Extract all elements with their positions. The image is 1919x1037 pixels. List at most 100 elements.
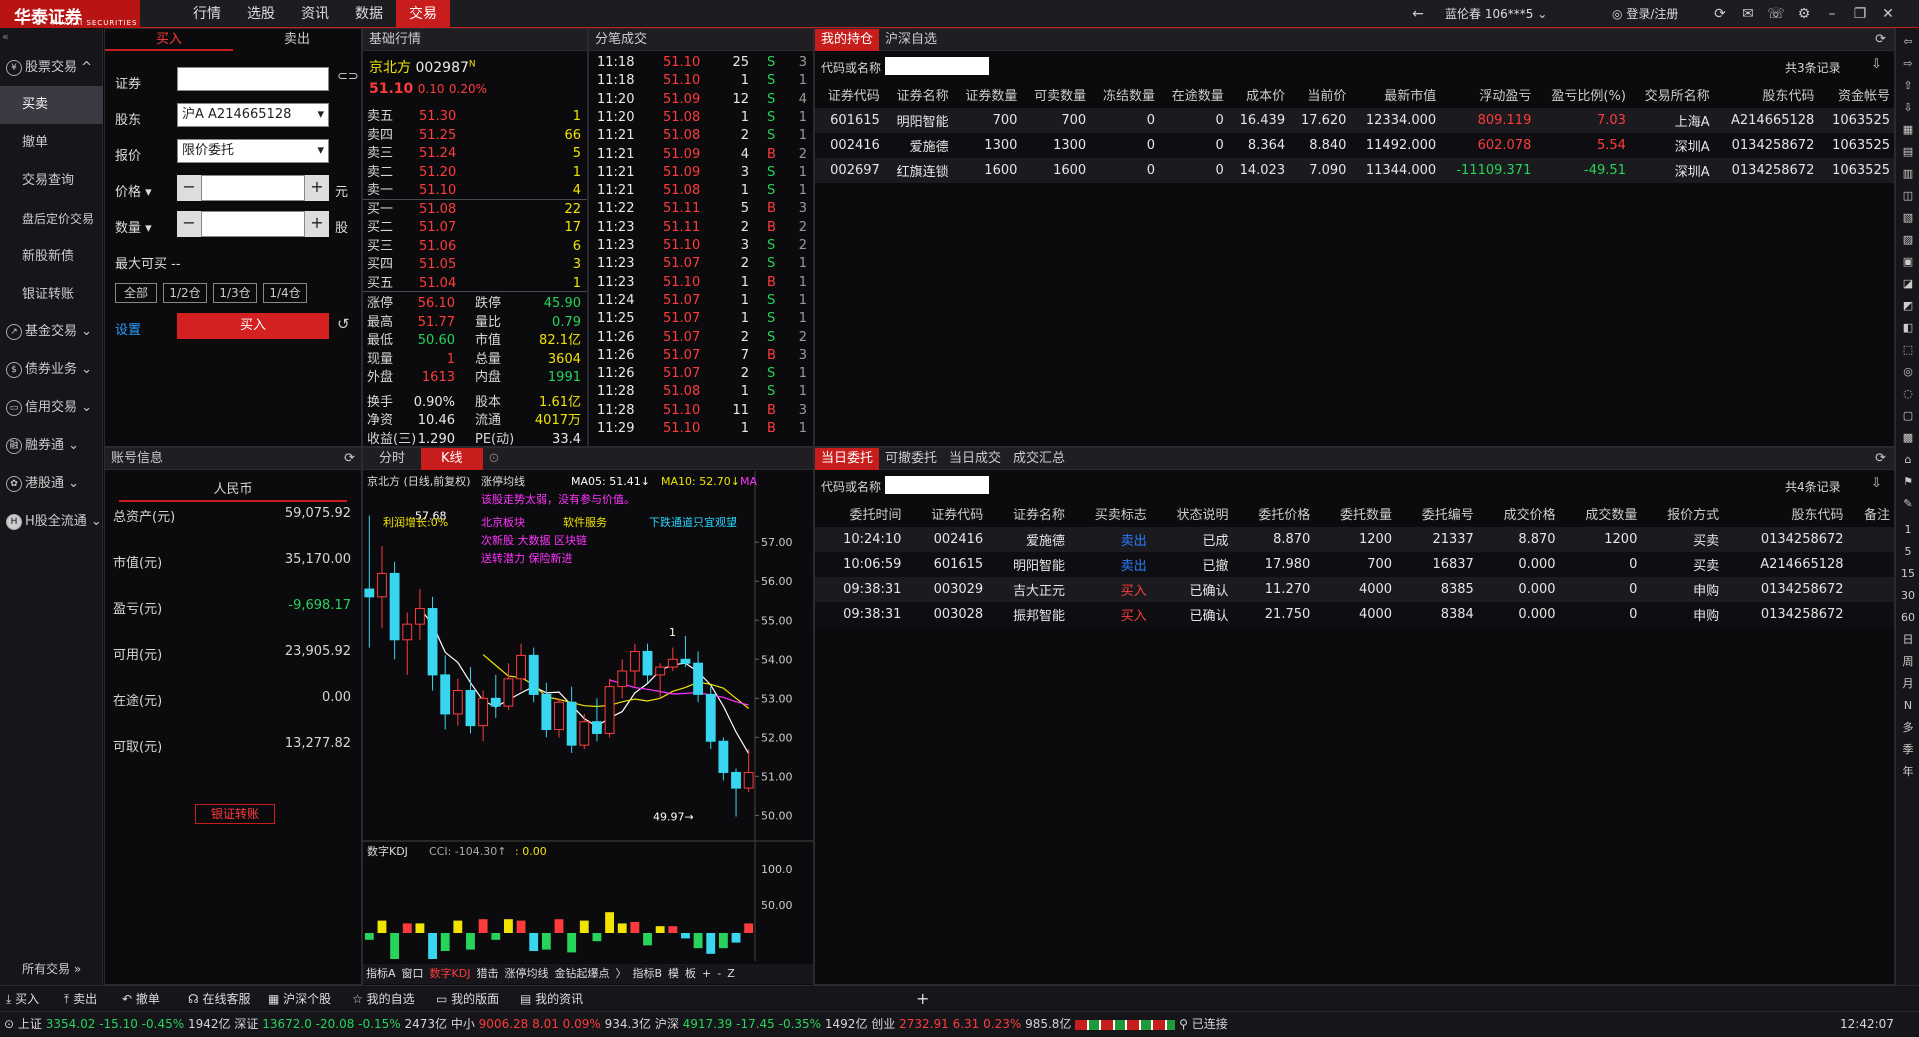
period-button[interactable]: 周 (1900, 654, 1916, 670)
nav-group-fund[interactable]: ↗ 基金交易 ⌄ (0, 314, 103, 350)
toolbar-link[interactable]: ⤒ 卖出 (64, 986, 97, 1012)
tab-sell[interactable]: 卖出 (233, 29, 361, 51)
column-header[interactable]: 委托编号 (1396, 500, 1478, 527)
tool-icon[interactable]: ▤ (1900, 144, 1916, 160)
indicator-tab[interactable]: 板 (682, 967, 699, 980)
nav-group-h-share[interactable]: H H股全流通 ⌄ (0, 504, 103, 540)
tool-icon[interactable]: ⇩ (1900, 100, 1916, 116)
period-button[interactable]: 年 (1900, 764, 1916, 780)
column-header[interactable]: 证券名称 (987, 500, 1069, 527)
tool-icon[interactable]: ⬚ (1900, 342, 1916, 358)
period-button[interactable]: 30 (1900, 588, 1916, 604)
column-header[interactable]: 成本价 (1228, 81, 1289, 108)
indicator-tab[interactable]: + (699, 967, 714, 980)
qty-increase-button[interactable]: + (305, 211, 329, 237)
orders-search-input[interactable] (885, 476, 989, 494)
price-decrease-button[interactable]: − (177, 175, 201, 201)
column-header[interactable]: 最新市值 (1350, 81, 1440, 108)
reset-icon[interactable]: ↺ (337, 315, 350, 333)
tool-icon[interactable]: ▣ (1900, 254, 1916, 270)
column-header[interactable]: 证券数量 (953, 81, 1022, 108)
tool-icon[interactable]: ◎ (1900, 364, 1916, 380)
split-all-button[interactable]: 全部 (115, 283, 157, 303)
back-arrow-icon[interactable]: ← (1408, 4, 1428, 24)
ask-row[interactable]: 卖五 51.30 1 (363, 107, 587, 126)
config-icon[interactable]: ⊙ (489, 451, 500, 466)
bid-row[interactable]: 买二 51.07 17 (363, 218, 587, 237)
ask-row[interactable]: 卖二 51.20 1 (363, 163, 587, 182)
bid-row[interactable]: 买五 51.04 1 (363, 274, 587, 293)
period-button[interactable]: N (1900, 698, 1916, 714)
nav-group-lending[interactable]: 融融券通 ⌄ (0, 428, 103, 464)
indicator-tab[interactable]: 〉 (612, 967, 629, 980)
column-header[interactable]: 盈亏比例(%) (1535, 81, 1630, 108)
price-type-select[interactable]: 限价委托 ▾ (177, 139, 329, 163)
account-selector[interactable]: 蓝伦春 106***5 ⌄ (1445, 0, 1547, 28)
tool-icon[interactable]: ⇦ (1900, 34, 1916, 50)
toolbar-link[interactable]: ☊ 在线客服 (188, 986, 251, 1012)
period-button[interactable]: 日 (1900, 632, 1916, 648)
nav-group-credit[interactable]: ▭ 信用交易 ⌄ (0, 390, 103, 426)
restore-icon[interactable]: ❐ (1850, 4, 1870, 24)
tool-icon[interactable]: ⇧ (1900, 78, 1916, 94)
table-row[interactable]: 10:24:10 002416 爱施德 卖出 已成 8.870 1200 21337 8.870… (815, 527, 1894, 552)
column-header[interactable]: 成交数量 (1560, 500, 1642, 527)
tab-watchlist[interactable]: 沪深自选 (879, 29, 943, 51)
indicator-tab[interactable]: 数字KDJ (427, 967, 474, 980)
tool-icon[interactable]: ▥ (1900, 166, 1916, 182)
tool-icon[interactable]: ⌂ (1900, 452, 1916, 468)
tool-icon[interactable]: ▩ (1900, 430, 1916, 446)
period-button[interactable]: 60 (1900, 610, 1916, 626)
column-header[interactable]: 买卖标志 (1069, 500, 1151, 527)
column-header[interactable]: 委托价格 (1233, 500, 1315, 527)
column-header[interactable]: 报价方式 (1641, 500, 1723, 527)
gear-icon[interactable]: ⚙ (1794, 4, 1814, 24)
currency-tab[interactable]: 人民币 (119, 478, 347, 502)
indicator-tab[interactable]: 窗口 (399, 967, 427, 980)
nav-all-trades[interactable]: 所有交易 » (22, 960, 81, 977)
toolbar-link[interactable]: ▭ 我的版面 (436, 986, 499, 1012)
period-button[interactable]: 5 (1900, 544, 1916, 560)
tool-icon[interactable]: ◪ (1900, 276, 1916, 292)
tool-icon[interactable]: ✎ (1900, 496, 1916, 512)
qty-decrease-button[interactable]: − (177, 211, 201, 237)
ask-row[interactable]: 卖一 51.10 4 (363, 181, 587, 200)
tool-icon[interactable]: ⇨ (1900, 56, 1916, 72)
tool-icon[interactable]: ⚑ (1900, 474, 1916, 490)
toolbar-link[interactable]: ↶ 撤单 (122, 986, 160, 1012)
column-header[interactable]: 证券代码 (905, 500, 987, 527)
period-button[interactable]: 15 (1900, 566, 1916, 582)
add-tab-icon[interactable]: + (916, 986, 929, 1012)
period-button[interactable]: 季 (1900, 742, 1916, 758)
indicator-tab[interactable]: 金钻起爆点 (551, 967, 612, 980)
menu-stock-picker[interactable]: 选股 (234, 0, 288, 28)
minimize-icon[interactable]: – (1822, 4, 1842, 24)
price-input[interactable] (201, 175, 305, 201)
indicator-tab[interactable]: 指标B (629, 967, 665, 980)
column-header[interactable]: 股东代码 (1723, 500, 1847, 527)
submit-buy-button[interactable]: 买入 (177, 313, 329, 339)
nav-item-ipo[interactable]: 新股新债 (0, 238, 103, 276)
table-row[interactable]: 601615 明阳智能 700 700 0 0 16.439 17.620 12334.000 8… (815, 108, 1894, 133)
bid-row[interactable]: 买四 51.05 3 (363, 255, 587, 274)
refresh-icon[interactable]: ⟳ (1710, 4, 1730, 24)
tab-today-deals[interactable]: 当日成交 (943, 448, 1007, 470)
nav-group-stock[interactable]: ¥ 股票交易 ^ (0, 50, 103, 86)
column-header[interactable]: 可卖数量 (1021, 81, 1090, 108)
nav-group-hk[interactable]: ✿ 港股通 ⌄ (0, 466, 103, 502)
tool-icon[interactable]: ▨ (1900, 232, 1916, 248)
switch-icon[interactable]: ⊂⊃ (337, 69, 359, 84)
nav-item-transfer[interactable]: 银证转账 (0, 276, 103, 314)
tool-icon[interactable]: ◫ (1900, 188, 1916, 204)
nav-group-bond[interactable]: $ 债券业务 ⌄ (0, 352, 103, 388)
column-header[interactable]: 资金帐号 (1818, 81, 1894, 108)
phone-icon[interactable]: ☏ (1766, 4, 1786, 24)
column-header[interactable]: 股东代码 (1714, 81, 1819, 108)
tool-icon[interactable]: ▢ (1900, 408, 1916, 424)
split-quarter-button[interactable]: 1/4仓 (263, 283, 307, 303)
toolbar-link[interactable]: ⤓ 买入 (6, 986, 39, 1012)
nav-item-query[interactable]: 交易查询 (0, 162, 103, 200)
toolbar-link[interactable]: ☆ 我的自选 (352, 986, 415, 1012)
mail-icon[interactable]: ✉ (1738, 4, 1758, 24)
export-icon[interactable]: ⇩ (1871, 57, 1882, 72)
